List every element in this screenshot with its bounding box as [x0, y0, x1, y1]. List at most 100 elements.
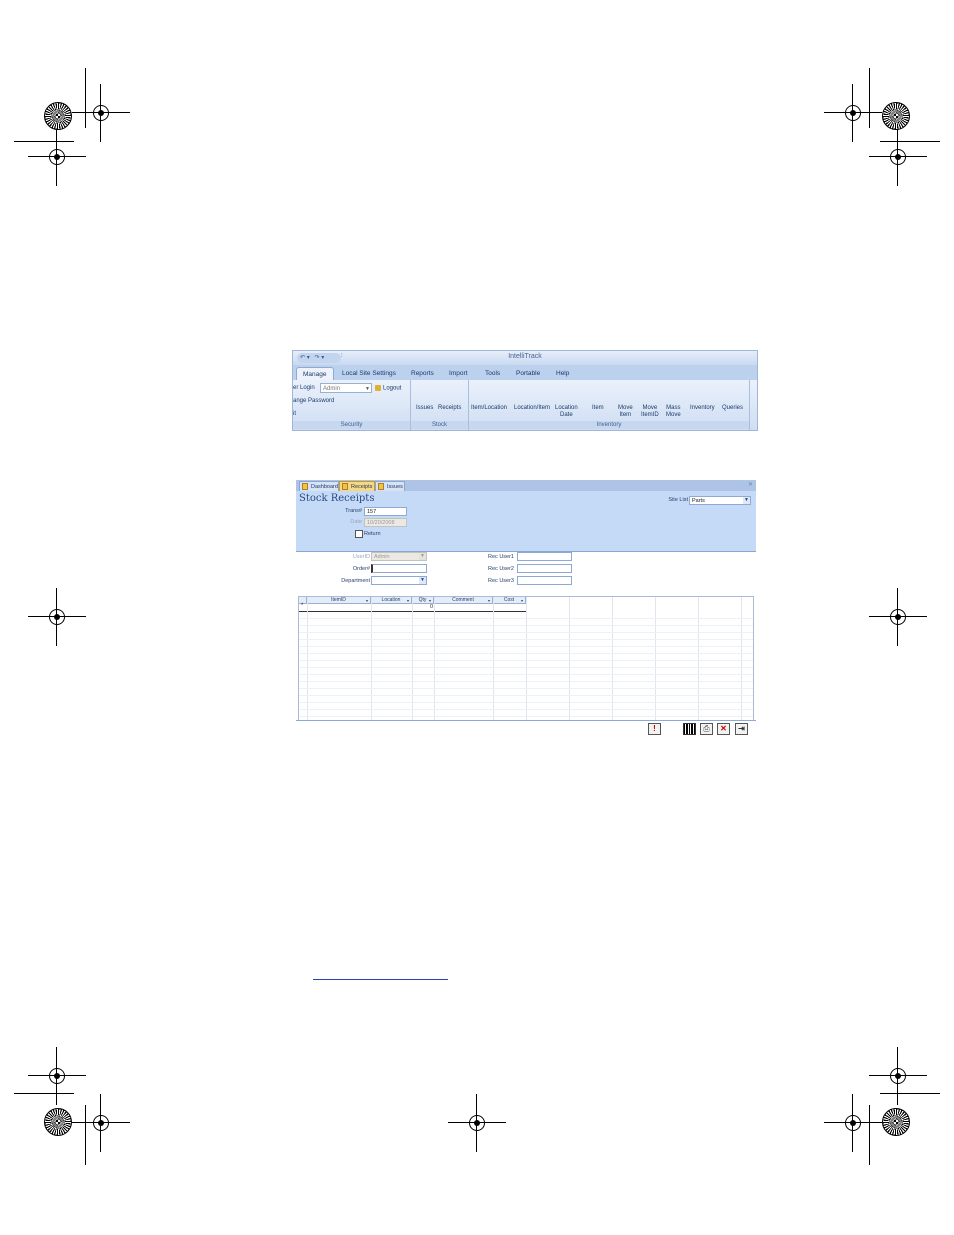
- site-list-select[interactable]: Parts ▼: [689, 496, 751, 505]
- doc-tab-label: Receipts: [351, 484, 373, 490]
- column-header-qty[interactable]: Qty ▾: [412, 597, 434, 604]
- item-button[interactable]: Item: [592, 405, 604, 412]
- grid-line: [299, 653, 753, 654]
- department-select[interactable]: ▼: [371, 576, 427, 585]
- change-password-button[interactable]: ange Password: [293, 398, 334, 405]
- group-label-inventory: Inventory: [469, 421, 749, 429]
- crop-line: [14, 141, 74, 142]
- user-login-label: er Login: [293, 385, 315, 391]
- rec-user2-field[interactable]: [517, 564, 572, 573]
- group-security: er Login Admin ▼ Logout ange Password it…: [293, 380, 411, 430]
- tab-reports[interactable]: Reports: [405, 367, 440, 380]
- mass-move-label-line2: Move: [666, 412, 681, 418]
- order-field[interactable]: [371, 564, 427, 573]
- close-icon[interactable]: ✕: [748, 481, 753, 488]
- column-header-label: ItemID: [331, 597, 346, 603]
- chevron-down-icon: ▼: [743, 497, 750, 504]
- crop-line: [14, 1093, 74, 1094]
- rec-user3-field[interactable]: [517, 576, 572, 585]
- tab-portable[interactable]: Portable: [510, 367, 546, 380]
- tab-local-site-settings[interactable]: Local Site Settings: [336, 367, 402, 380]
- star-target-top-left: [44, 102, 72, 130]
- crop-line: [85, 1105, 86, 1165]
- hyperlink-underline[interactable]: [313, 979, 448, 980]
- doc-tab-receipts[interactable]: Receipts: [339, 481, 375, 491]
- grid-line: [299, 695, 753, 696]
- registration-mark-bottom-center: [448, 1094, 506, 1152]
- userid-label: UserID: [352, 554, 370, 560]
- title-bar: ↶ ▾ ↷ ▾ ⫶ IntelliTrack: [293, 351, 757, 365]
- registration-mark-top-left-2: [28, 128, 86, 186]
- rec-user3-label: Rec User3: [488, 578, 514, 584]
- mass-move-button[interactable]: Mass Move: [666, 405, 681, 419]
- move-itemid-label-line2: ItemID: [641, 412, 659, 418]
- receipts-button[interactable]: Receipts: [438, 405, 461, 412]
- group-label-security: Security: [293, 421, 410, 429]
- move-itemid-button[interactable]: Move ItemID: [641, 405, 659, 419]
- location-item-button[interactable]: Location/Item: [514, 405, 550, 412]
- department-label: Department: [341, 578, 370, 584]
- delete-button[interactable]: ✕: [717, 723, 730, 735]
- trans-field[interactable]: 157: [364, 507, 407, 516]
- tab-manage[interactable]: Manage: [296, 367, 334, 381]
- grid-line: [299, 716, 753, 717]
- exit-button[interactable]: it: [293, 411, 296, 418]
- return-checkbox[interactable]: [355, 530, 363, 538]
- registration-mark-mid-left: [28, 588, 86, 646]
- grid-line: [299, 667, 753, 668]
- barcode-icon[interactable]: [683, 723, 696, 735]
- rec-user1-field[interactable]: [517, 552, 572, 561]
- column-header-itemid[interactable]: ItemID ▾: [307, 597, 371, 604]
- move-item-label: Move: [618, 405, 633, 411]
- form-icon: [378, 483, 384, 490]
- form-icon: [342, 483, 348, 490]
- registration-mark-bottom-left-2: [72, 1094, 130, 1152]
- page-title: Stock Receipts: [299, 493, 375, 504]
- tab-tools[interactable]: Tools: [479, 367, 506, 380]
- site-list-label: Site List: [668, 497, 688, 503]
- column-header-location[interactable]: Location ▾: [371, 597, 412, 604]
- crop-line: [85, 68, 86, 128]
- doc-tab-dashboard[interactable]: Dashboard: [299, 481, 339, 491]
- column-header-comment[interactable]: Comment ▾: [434, 597, 493, 604]
- registration-mark-bottom-left: [28, 1047, 86, 1105]
- grid-line: [299, 625, 753, 626]
- logout-button[interactable]: Logout: [375, 385, 401, 393]
- column-header-label: Location: [381, 597, 401, 603]
- doc-tab-issues[interactable]: Issues: [375, 481, 405, 491]
- date-label: Date: [350, 519, 362, 525]
- stock-receipts-form: Dashboard Receipts Issues ✕ Stock Receip…: [296, 480, 756, 738]
- star-target-bottom-left: [44, 1108, 72, 1136]
- issues-button[interactable]: Issues: [416, 405, 433, 412]
- move-item-button[interactable]: Move Item: [618, 405, 633, 419]
- exit-form-button[interactable]: ⇥: [735, 723, 748, 735]
- group-stock: Issues Receipts Stock: [411, 380, 469, 430]
- user-login-combo[interactable]: Admin ▼: [320, 383, 372, 393]
- ribbon-body: er Login Admin ▼ Logout ange Password it…: [293, 380, 757, 430]
- item-location-button[interactable]: Item/Location: [471, 405, 507, 412]
- crop-line: [880, 141, 940, 142]
- new-row-qty[interactable]: 0: [430, 604, 433, 610]
- location-date-button[interactable]: Location Date: [555, 405, 578, 419]
- queries-button[interactable]: Queries: [722, 405, 743, 412]
- group-inventory: Item/Location Location/Item Location Dat…: [469, 380, 750, 430]
- receipts-datasheet[interactable]: ItemID ▾ Location ▾ Qty ▾ Comment ▾ Cost ▾ * …: [298, 596, 754, 722]
- print-button[interactable]: ⎙: [700, 723, 713, 735]
- chevron-down-icon: ▼: [365, 386, 370, 392]
- doc-tab-label: Issues: [387, 484, 403, 490]
- tab-import[interactable]: Import: [443, 367, 473, 380]
- trans-label: Trans#: [345, 508, 362, 514]
- registration-mark-top-right: [824, 84, 882, 142]
- registration-mark-bottom-right-2: [869, 1047, 927, 1105]
- alert-button[interactable]: !: [648, 723, 661, 735]
- registration-mark-top-right-2: [869, 128, 927, 186]
- form-icon: [302, 483, 308, 490]
- order-label: Order#: [352, 566, 370, 572]
- tab-help[interactable]: Help: [550, 367, 575, 380]
- star-target-bottom-right: [882, 1108, 910, 1136]
- new-row-marker: *: [301, 603, 304, 609]
- grid-line: [299, 709, 753, 710]
- inventory-button[interactable]: Inventory: [690, 405, 715, 412]
- column-header-cost[interactable]: Cost ▾: [493, 597, 526, 604]
- grid-line: [299, 632, 753, 633]
